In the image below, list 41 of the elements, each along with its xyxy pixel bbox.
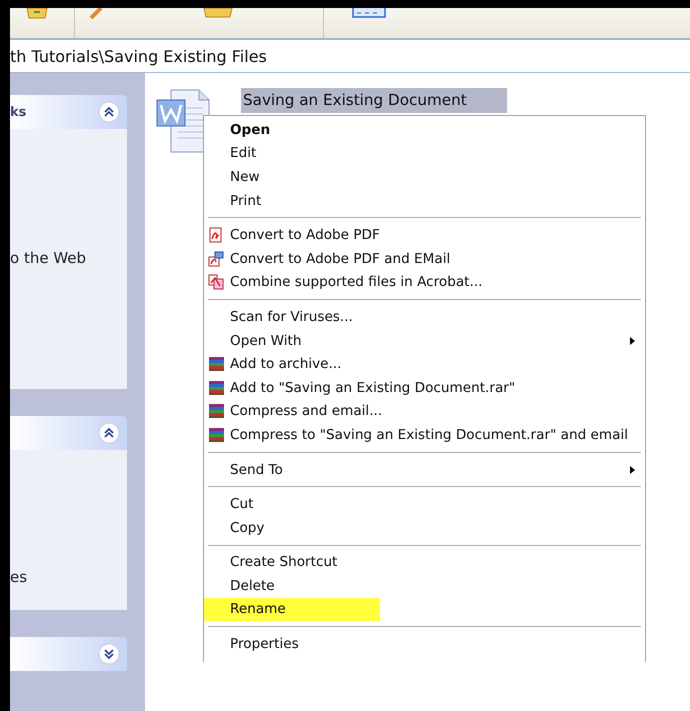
menu-item[interactable]: Scan for Viruses...: [204, 305, 645, 329]
book-stack-icon: [208, 380, 226, 396]
menu-item[interactable]: Edit: [204, 142, 645, 166]
menu-item[interactable]: Compress to "Saving an Existing Document.rar" and email: [204, 423, 645, 447]
collapse-button[interactable]: [98, 101, 120, 123]
pdf-files-icon: [208, 274, 224, 290]
toolbar-button[interactable]: [352, 8, 386, 18]
menu-item[interactable]: Send To: [204, 458, 645, 482]
menu-item[interactable]: Open With: [204, 328, 645, 352]
folder-icon: [26, 8, 48, 20]
menu-item[interactable]: New: [204, 165, 645, 189]
menu-item[interactable]: Create Shortcut: [204, 550, 645, 574]
menu-item[interactable]: Compress and email...: [204, 400, 645, 424]
toolbar-button[interactable]: [26, 8, 48, 20]
menu-item[interactable]: Properties: [204, 632, 645, 656]
task-link[interactable]: es: [10, 568, 28, 586]
task-link[interactable]: o the Web: [10, 249, 86, 267]
menu-item[interactable]: Open: [204, 118, 645, 142]
menu-item[interactable]: Copy: [204, 516, 645, 540]
book-stack-icon: [208, 356, 226, 372]
menu-item[interactable]: Convert to Adobe PDF: [204, 223, 645, 247]
menu-item[interactable]: Convert to Adobe PDF and EMail: [204, 246, 645, 271]
menu-item[interactable]: Add to "Saving an Existing Document.rar": [204, 376, 645, 400]
pencil-icon: [89, 8, 103, 20]
expand-button[interactable]: [98, 643, 120, 665]
book-stack-icon: [208, 426, 226, 443]
pdf-email-icon: [208, 250, 224, 267]
toolbar-button[interactable]: [203, 8, 233, 20]
collapse-button[interactable]: [98, 422, 120, 444]
menu-item[interactable]: Cut: [204, 492, 645, 516]
pdf-document-icon: [208, 227, 224, 244]
menu-item[interactable]: Add to archive...: [204, 352, 645, 376]
folder-icon: [203, 8, 233, 20]
menu-item[interactable]: Combine supported files in Acrobat...: [204, 270, 645, 294]
menu-item[interactable]: Print: [204, 188, 645, 212]
file-name[interactable]: Saving an Existing Document: [241, 88, 507, 113]
window-icon: [352, 8, 386, 18]
toolbar-button[interactable]: [89, 8, 103, 20]
panel-title: ks: [10, 104, 26, 120]
book-stack-icon: [208, 403, 226, 420]
menu-item[interactable]: Delete: [204, 574, 645, 598]
